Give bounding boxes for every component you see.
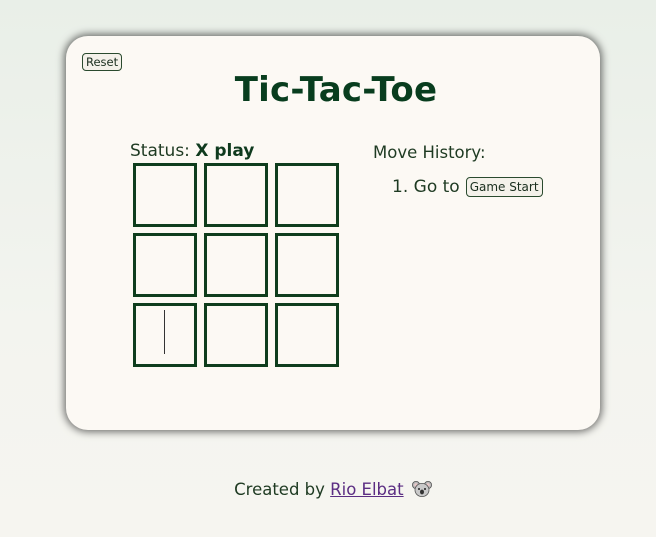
move-prefix: Go to (413, 177, 460, 197)
board-cell-2-2[interactable] (275, 303, 339, 367)
koala-icon (411, 480, 432, 502)
game-status: Status: X play (130, 141, 254, 161)
board-cell-0-1[interactable] (204, 163, 268, 227)
board-cell-1-0[interactable] (133, 233, 197, 297)
go-to-game-start-button[interactable]: Game Start (465, 177, 543, 197)
board-cell-1-1[interactable] (204, 233, 268, 297)
board-cell-0-2[interactable] (275, 163, 339, 227)
board-cell-0-0[interactable] (133, 163, 197, 227)
status-value: X play (195, 141, 255, 161)
move-history-list: 1. Go to Game Start (392, 177, 543, 197)
status-label: Status: (130, 141, 196, 161)
game-card: Reset Tic-Tac-Toe Status: X play Move Hi… (66, 36, 600, 430)
text-cursor (164, 310, 165, 354)
move-history-item: 1. Go to Game Start (392, 177, 543, 197)
move-number: 1. (392, 177, 409, 197)
board-cell-1-2[interactable] (275, 233, 339, 297)
board-cell-2-1[interactable] (204, 303, 268, 367)
footer: Created by Rio Elbat (0, 480, 656, 502)
reset-button[interactable]: Reset (82, 53, 123, 71)
author-link[interactable]: Rio Elbat (330, 480, 403, 499)
move-history-title: Move History: (373, 143, 486, 162)
page-title: Tic-Tac-Toe (234, 70, 438, 110)
game-board (133, 163, 339, 367)
footer-prefix: Created by (234, 480, 331, 499)
board-cell-2-0[interactable] (133, 303, 197, 367)
